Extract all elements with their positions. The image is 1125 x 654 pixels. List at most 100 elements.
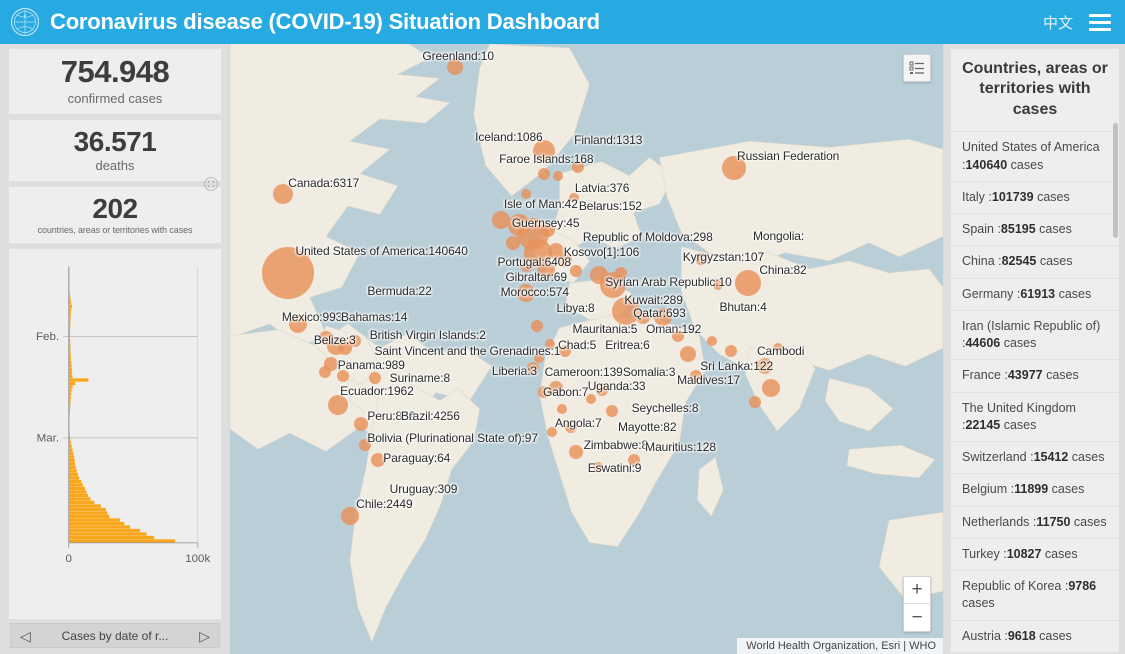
country-case-count: 9786 [1068,579,1097,594]
country-list-item[interactable]: Netherlands :11750 cases [951,505,1119,538]
deaths-label: deaths [95,158,135,174]
map-case-bubble[interactable] [725,344,738,357]
map-case-bubble[interactable] [519,257,534,272]
chart-bar [68,494,89,498]
countries-list-card[interactable]: Countries, areas or territories with cas… [950,48,1120,654]
country-case-count: 15412 [1033,450,1069,465]
countries-list-scrollbar[interactable] [1113,123,1118,238]
map-case-bubble[interactable] [671,329,684,342]
map-case-bubble[interactable] [756,358,773,375]
country-name: Germany : [962,286,1021,301]
stat-card-confirmed-cases: 754.948 confirmed cases [8,48,222,115]
right-countries-panel: Countries, areas or territories with cas… [945,44,1125,654]
country-name: Italy : [962,189,992,204]
chart-bar [68,469,77,474]
legend-list-icon [909,61,924,74]
map-zoom-controls: + − [903,576,931,632]
map-case-bubble[interactable] [353,416,368,431]
map-case-bubble[interactable] [273,183,294,204]
who-logo [10,7,40,37]
country-cases-suffix: cases [1055,286,1092,301]
country-cases-suffix: cases [962,596,995,611]
chart-bar [68,368,72,372]
map-case-bubble[interactable] [748,395,761,408]
country-list-item[interactable]: The United Kingdom :22145 cases [951,391,1119,442]
map-case-bubble[interactable] [570,264,583,277]
chart-bar [68,476,80,481]
map-case-bubble[interactable] [261,246,314,299]
map-case-bubble[interactable] [546,427,557,438]
country-list-item[interactable]: Iran (Islamic Republic of) :44606 cases [951,309,1119,360]
country-list-item[interactable]: Switzerland :15412 cases [951,441,1119,473]
chart-prev-button[interactable]: ◁ [20,629,31,643]
map-case-bubble[interactable] [734,269,761,296]
country-list-item[interactable]: Austria :9618 cases [951,619,1119,652]
chart-bar [68,452,74,456]
chart-bar [68,473,78,477]
country-cases-suffix: cases [1048,482,1085,497]
map-case-bubble[interactable] [606,404,619,417]
chart-bar [68,522,125,526]
country-list-item[interactable]: Germany :61913 cases [951,277,1119,310]
chart-bar [68,466,76,470]
expand-fullscreen-icon[interactable] [203,176,219,192]
map-case-bubble[interactable] [506,235,521,250]
map-case-bubble[interactable] [516,284,535,303]
deaths-value: 36.571 [73,125,157,157]
map-case-bubble[interactable] [611,297,640,326]
country-list-item[interactable]: Belgium :11899 cases [951,473,1119,505]
country-cases-suffix: cases [1041,546,1078,561]
map-case-bubble[interactable] [586,393,597,404]
country-name: Spain : [962,222,1001,237]
chart-bar [68,525,130,530]
chart-bar [68,529,141,533]
country-list-item[interactable]: Italy :101739 cases [951,180,1119,213]
country-name: France : [962,368,1008,383]
country-case-count: 82545 [1001,254,1037,269]
country-cases-suffix: cases [1035,628,1072,643]
map-case-bubble[interactable] [772,342,783,353]
map-case-bubble[interactable] [531,319,543,332]
country-list-item[interactable]: Spain :85195 cases [951,213,1119,245]
hamburger-menu-icon[interactable] [1089,13,1111,31]
language-toggle[interactable]: 中文 [1043,12,1073,33]
chart-next-button[interactable]: ▷ [199,629,210,643]
chart-bar [68,490,87,495]
map-zoom-in-button[interactable]: + [904,577,930,604]
map-attribution: World Health Organization, Esri | WHO [737,638,943,654]
map-case-bubble[interactable] [614,266,627,279]
map-case-bubble[interactable] [558,252,573,267]
map-case-bubble[interactable] [564,420,577,433]
map-case-bubble[interactable] [558,344,571,357]
chart-bar [68,518,120,523]
country-cases-suffix: cases [1000,417,1037,432]
map-legend-button[interactable] [903,54,931,82]
map-case-bubble[interactable] [571,160,584,173]
country-list-item[interactable]: Republic of Korea :9786 cases [951,570,1119,620]
chart-y-tick-label: Feb. [36,332,59,344]
country-list-item[interactable]: United States of America :140640 cases [951,131,1119,181]
map-case-bubble[interactable] [289,314,308,333]
chart-x-tick-label: 0 [65,553,71,565]
map-case-bubble[interactable] [553,170,564,181]
map-case-bubble[interactable] [328,394,349,415]
country-cases-suffix: cases [1007,157,1044,172]
country-cases-suffix: cases [1033,189,1070,204]
map-case-bubble[interactable] [538,167,551,180]
world-map[interactable]: + − World Health Organization, Esri | WH… [228,44,945,654]
stat-card-deaths: 36.571 deaths [8,118,222,183]
countries-count-label: countries, areas or territories with cas… [37,225,193,236]
chart-bar [68,501,95,505]
map-case-bubble[interactable] [706,335,717,346]
country-list-item[interactable]: China :82545 cases [951,245,1119,277]
country-list-item[interactable]: France :43977 cases [951,359,1119,391]
country-list-item[interactable]: Turkey :10827 cases [951,537,1119,570]
chart-bar [68,385,73,390]
map-case-bubble[interactable] [340,507,359,526]
map-case-bubble[interactable] [348,334,361,347]
app-header: Coronavirus disease (COVID-19) Situation… [0,0,1125,44]
cases-by-date-chart-card: Feb. Mar. 0 100k [8,248,222,620]
map-zoom-out-button[interactable]: − [904,604,930,631]
map-case-bubble[interactable] [358,439,371,452]
map-case-bubble[interactable] [694,252,707,265]
